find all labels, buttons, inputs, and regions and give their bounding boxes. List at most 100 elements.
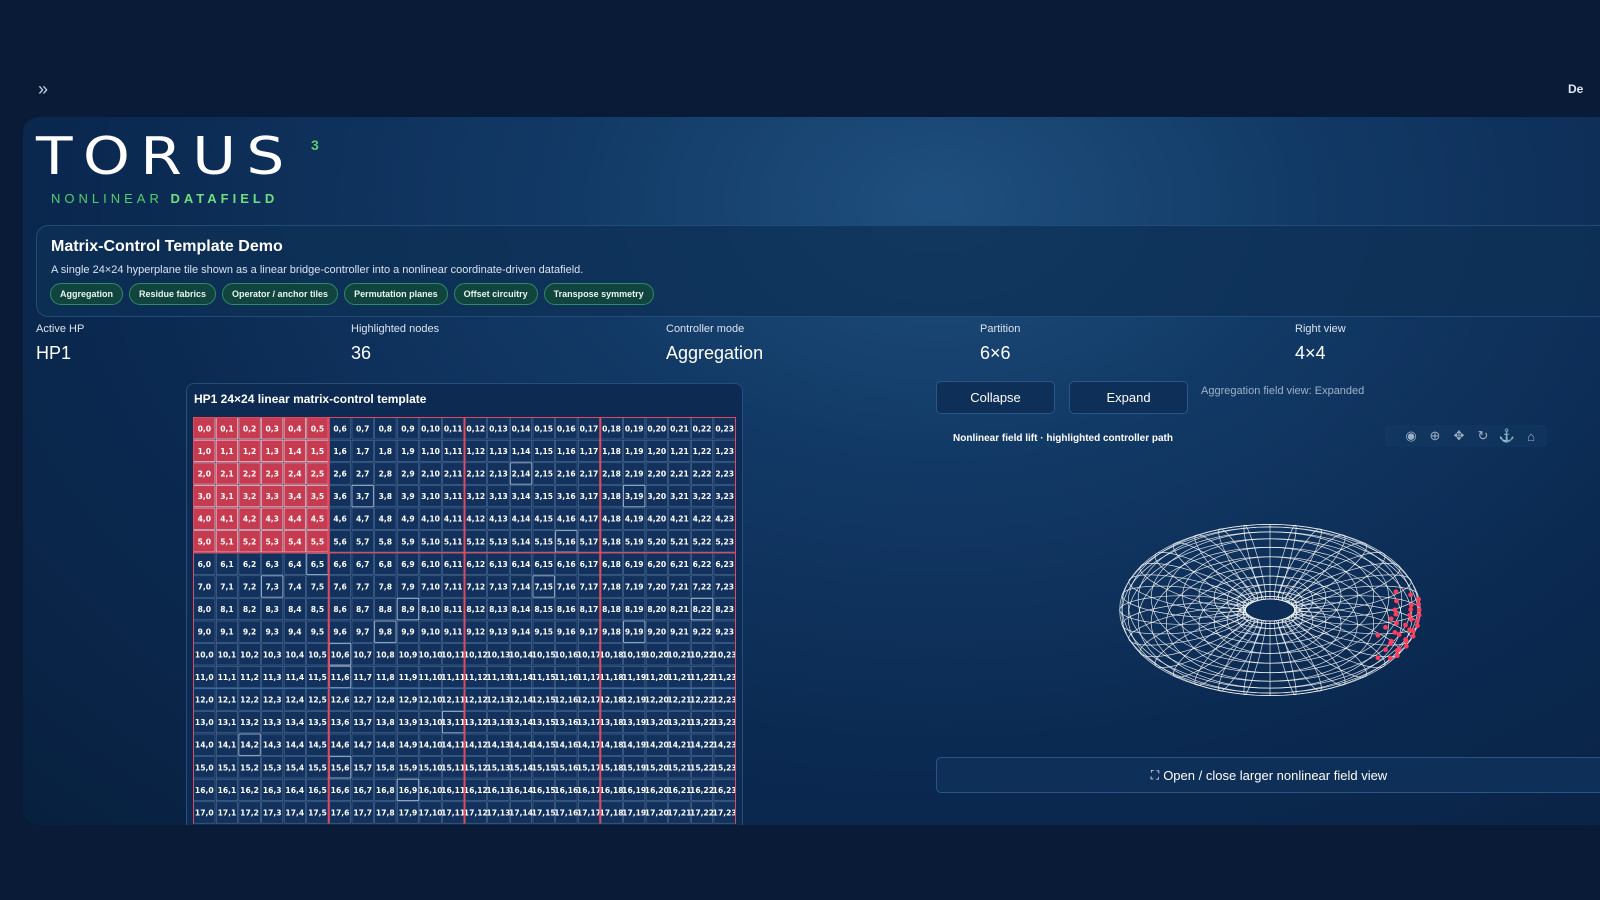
matrix-cell[interactable]: 5,13: [487, 530, 510, 553]
matrix-cell[interactable]: 7,2: [238, 575, 261, 598]
matrix-cell[interactable]: 14,0: [193, 733, 216, 756]
matrix-cell[interactable]: 17,7: [351, 801, 374, 824]
matrix-cell[interactable]: 8,21: [668, 598, 691, 621]
matrix-cell[interactable]: 1,14: [510, 439, 533, 462]
matrix-cell[interactable]: 12,9: [396, 688, 419, 711]
matrix-cell[interactable]: 1,18: [600, 439, 623, 462]
matrix-cell[interactable]: 2,9: [396, 462, 419, 485]
matrix-cell[interactable]: 6,3: [261, 552, 284, 575]
matrix-cell[interactable]: 13,0: [193, 711, 216, 734]
matrix-cell[interactable]: 8,18: [600, 598, 623, 621]
highlighted-node[interactable]: [1396, 646, 1402, 652]
matrix-cell[interactable]: 7,14: [510, 575, 533, 598]
matrix-cell[interactable]: 2,16: [555, 462, 578, 485]
matrix-cell[interactable]: 10,4: [283, 643, 306, 666]
matrix-cell[interactable]: 9,20: [645, 620, 668, 643]
matrix-cell[interactable]: 6,4: [283, 552, 306, 575]
matrix-cell[interactable]: 8,0: [193, 598, 216, 621]
highlighted-node[interactable]: [1410, 633, 1416, 639]
matrix-cell[interactable]: 13,22: [690, 711, 714, 734]
matrix-cell[interactable]: 2,20: [645, 462, 668, 485]
matrix-cell[interactable]: 14,13: [486, 733, 510, 756]
matrix-cell[interactable]: 15,12: [464, 756, 488, 779]
matrix-cell[interactable]: 12,15: [532, 688, 556, 711]
matrix-cell[interactable]: 15,3: [261, 756, 284, 779]
matrix-cell[interactable]: 0,12: [464, 417, 487, 440]
matrix-cell[interactable]: 0,5: [306, 417, 329, 440]
matrix-cell[interactable]: 7,16: [555, 575, 578, 598]
matrix-cell[interactable]: 14,11: [441, 733, 465, 756]
matrix-cell[interactable]: 17,14: [509, 801, 533, 824]
matrix-cell[interactable]: 11,12: [464, 665, 488, 688]
matrix-cell[interactable]: 6,12: [464, 552, 487, 575]
matrix-cell[interactable]: 7,4: [283, 575, 306, 598]
matrix-cell[interactable]: 7,20: [645, 575, 668, 598]
matrix-cell[interactable]: 14,7: [351, 733, 374, 756]
matrix-cell[interactable]: 12,2: [238, 688, 261, 711]
matrix-cell[interactable]: 5,6: [329, 530, 352, 553]
matrix-cell[interactable]: 17,19: [622, 801, 646, 824]
matrix-cell[interactable]: 12,19: [622, 688, 646, 711]
matrix-cell[interactable]: 12,5: [306, 688, 329, 711]
matrix-cell[interactable]: 14,6: [329, 733, 352, 756]
matrix-cell[interactable]: 3,18: [600, 485, 623, 508]
matrix-cell[interactable]: 8,22: [690, 597, 714, 621]
matrix-cell[interactable]: 3,20: [645, 485, 668, 508]
matrix-cell[interactable]: 11,2: [238, 665, 261, 688]
matrix-cell[interactable]: 11,15: [532, 665, 556, 688]
matrix-cell[interactable]: 7,22: [691, 575, 714, 598]
matrix-cell[interactable]: 10,20: [645, 643, 669, 666]
matrix-cell[interactable]: 10,16: [554, 643, 578, 666]
matrix-cell[interactable]: 4,13: [487, 507, 510, 530]
matrix-cell[interactable]: 1,1: [215, 439, 239, 463]
matrix-cell[interactable]: 8,17: [577, 598, 600, 621]
matrix-cell[interactable]: 12,20: [645, 688, 669, 711]
matrix-cell[interactable]: 6,23: [713, 552, 736, 575]
matrix-cell[interactable]: 13,10: [419, 711, 443, 734]
matrix-cell[interactable]: 0,9: [396, 417, 419, 440]
matrix-cell[interactable]: 15,7: [351, 756, 374, 779]
matrix-cell[interactable]: 17,8: [374, 801, 397, 824]
matrix-cell[interactable]: 5,11: [442, 530, 465, 553]
matrix-cell[interactable]: 6,5: [306, 552, 329, 576]
matrix-cell[interactable]: 11,19: [622, 665, 646, 688]
matrix-cell[interactable]: 5,16: [555, 530, 578, 553]
matrix-cell[interactable]: 2,18: [600, 462, 623, 485]
matrix-cell[interactable]: 3,3: [261, 485, 284, 508]
matrix-cell[interactable]: 12,14: [509, 688, 533, 711]
collapse-button[interactable]: Collapse: [936, 381, 1055, 414]
matrix-cell[interactable]: 3,9: [396, 485, 419, 508]
chip-permutation-planes[interactable]: Permutation planes: [344, 283, 448, 305]
matrix-cell[interactable]: 7,3: [261, 575, 284, 598]
matrix-cell[interactable]: 3,19: [623, 484, 646, 508]
chip-aggregation[interactable]: Aggregation: [50, 283, 123, 305]
highlighted-node[interactable]: [1407, 612, 1412, 618]
matrix-cell[interactable]: 1,20: [645, 439, 668, 462]
matrix-cell[interactable]: 9,2: [238, 620, 261, 643]
highlighted-node[interactable]: [1393, 611, 1399, 617]
matrix-cell[interactable]: 2,5: [306, 462, 329, 485]
matrix-cell[interactable]: 5,21: [668, 530, 691, 553]
camera-icon[interactable]: ◉: [1401, 428, 1421, 444]
highlighted-node[interactable]: [1403, 643, 1409, 649]
matrix-cell[interactable]: 6,16: [555, 552, 578, 575]
matrix-cell[interactable]: 5,8: [374, 530, 397, 553]
matrix-cell[interactable]: 4,18: [600, 507, 623, 530]
matrix-cell[interactable]: 14,19: [622, 733, 646, 756]
matrix-cell[interactable]: 8,19: [623, 598, 646, 621]
matrix-cell[interactable]: 1,17: [577, 439, 600, 462]
matrix-cell[interactable]: 15,0: [193, 756, 216, 779]
matrix-cell[interactable]: 14,4: [283, 733, 306, 756]
matrix-cell[interactable]: 2,10: [419, 462, 442, 485]
matrix-cell[interactable]: 0,3: [261, 417, 284, 440]
matrix-cell[interactable]: 6,22: [691, 552, 714, 575]
highlighted-node[interactable]: [1396, 632, 1402, 637]
matrix-cell[interactable]: 2,21: [668, 462, 691, 485]
matrix-cell[interactable]: 16,23: [713, 778, 736, 801]
matrix-cell[interactable]: 4,11: [442, 507, 465, 530]
matrix-cell[interactable]: 2,8: [374, 462, 397, 485]
matrix-cell[interactable]: 3,13: [487, 485, 510, 508]
matrix-cell[interactable]: 7,0: [193, 575, 216, 598]
matrix-cell[interactable]: 1,23: [713, 439, 736, 462]
matrix-cell[interactable]: 6,13: [487, 552, 510, 575]
